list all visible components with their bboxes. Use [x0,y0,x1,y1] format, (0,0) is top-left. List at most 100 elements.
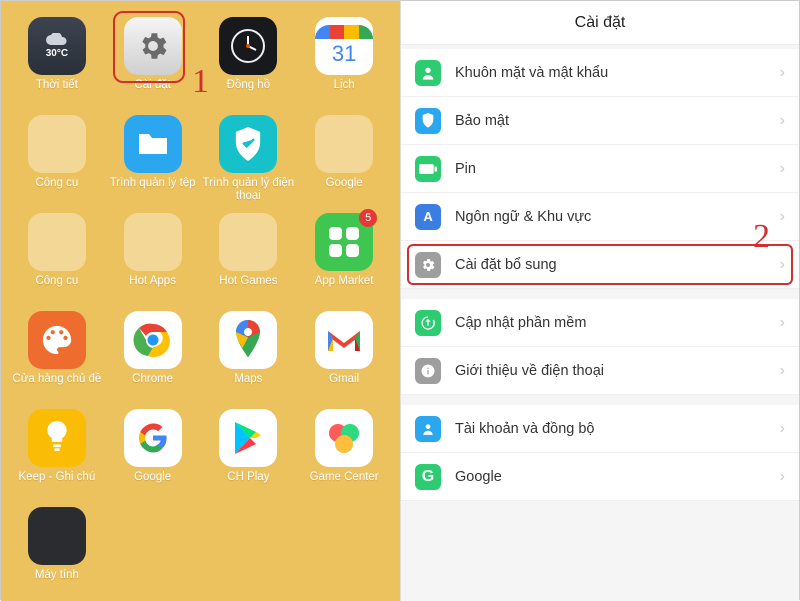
row-google[interactable]: G Google › [401,453,799,501]
app-theme-store[interactable]: Cửa hàng chủ đề [9,309,105,401]
app-label: Google [134,471,171,497]
app-keep[interactable]: Keep - Ghi chú [9,407,105,499]
app-label: Hot Games [219,275,277,301]
row-label: Bảo mật [455,113,780,129]
language-icon: A [415,204,441,230]
app-file-manager[interactable]: Trình quản lý tệp [105,113,201,205]
gear-icon [415,252,441,278]
row-security[interactable]: Bảo mật › [401,97,799,145]
update-icon [415,310,441,336]
app-clock[interactable]: Đồng hồ [201,15,297,107]
palette-icon [28,311,86,369]
chevron-right-icon: › [780,112,785,130]
shield-icon [415,108,441,134]
info-icon [415,358,441,384]
chevron-right-icon: › [780,64,785,82]
app-label: Keep - Ghi chú [19,471,96,497]
app-weather[interactable]: 30°C Thời tiết [9,15,105,107]
app-calculator[interactable]: Máy tính [9,505,105,597]
row-label: Cập nhật phần mềm [455,315,780,331]
app-chplay[interactable]: CH Play [201,407,297,499]
app-tools-folder-2[interactable]: Công cụ [9,211,105,303]
row-software-update[interactable]: Cập nhật phần mềm › [401,299,799,347]
face-icon [415,60,441,86]
app-label: Hot Apps [129,275,176,301]
row-face-password[interactable]: Khuôn mặt và mật khẩu › [401,49,799,97]
chevron-right-icon: › [780,256,785,274]
row-battery[interactable]: Pin › [401,145,799,193]
row-additional-settings[interactable]: Cài đặt bổ sung › [401,241,799,289]
weather-icon: 30°C [28,17,86,75]
row-label: Pin [455,161,780,177]
folder-icon [315,115,373,173]
shield-icon [219,115,277,173]
folder-icon [219,213,277,271]
app-label: CH Play [227,471,269,497]
app-gamecenter[interactable]: Game Center [296,407,392,499]
chevron-right-icon: › [780,160,785,178]
row-language[interactable]: A Ngôn ngữ & Khu vực › [401,193,799,241]
app-label: Lịch [334,79,355,105]
gmail-icon [315,311,373,369]
settings-list: Khuôn mặt và mật khẩu › Bảo mật › Pin › … [401,45,799,501]
annotation-step-2: 2 [753,218,770,256]
app-label: Maps [234,373,262,399]
chevron-right-icon: › [780,314,785,332]
app-phone-manager[interactable]: Trình quản lý điện thoại [201,113,297,205]
folder-icon [28,213,86,271]
app-label: Trình quản lý tệp [110,177,196,203]
app-gmail[interactable]: Gmail [296,309,392,401]
row-accounts-sync[interactable]: Tài khoản và đồng bộ › [401,405,799,453]
app-calendar[interactable]: 31 Lịch [296,15,392,107]
app-chrome[interactable]: Chrome [105,309,201,401]
calendar-icon: 31 [315,17,373,75]
app-label: Gmail [329,373,359,399]
app-google-folder[interactable]: Google [296,113,392,205]
calendar-day: 31 [332,41,356,67]
settings-icon [124,17,182,75]
app-tools-folder-1[interactable]: Công cụ [9,113,105,205]
row-label: Ngôn ngữ & Khu vực [455,209,780,225]
row-label: Google [455,469,780,485]
app-label: Công cụ [35,177,78,203]
battery-icon [415,156,441,182]
folder-icon [124,213,182,271]
app-label: Chrome [132,373,173,399]
app-appmarket[interactable]: 5 App Market [296,211,392,303]
chevron-right-icon: › [780,362,785,380]
weather-temp: 30°C [46,48,68,59]
maps-icon [219,311,277,369]
settings-panel: Cài đặt Khuôn mặt và mật khẩu › Bảo mật … [400,1,799,601]
account-icon [415,416,441,442]
app-maps[interactable]: Maps [201,309,297,401]
appmarket-icon: 5 [315,213,373,271]
app-label: Công cụ [35,275,78,301]
folder-file-icon [124,115,182,173]
google-icon [124,409,182,467]
app-label: Cài đặt [134,79,170,105]
row-label: Giới thiệu về điện thoại [455,363,780,379]
chevron-right-icon: › [780,420,785,438]
row-label: Khuôn mặt và mật khẩu [455,65,780,81]
row-label: Cài đặt bổ sung [455,257,780,273]
app-label: Thời tiết [36,79,78,105]
clock-icon [219,17,277,75]
app-hotgames-folder[interactable]: Hot Games [201,211,297,303]
google-g-icon: G [415,464,441,490]
app-label: Máy tính [35,569,79,595]
chevron-right-icon: › [780,468,785,486]
folder-icon [28,115,86,173]
chevron-right-icon: › [780,208,785,226]
app-hotapps-folder[interactable]: Hot Apps [105,211,201,303]
annotation-step-1: 1 [192,63,209,101]
notification-badge: 5 [359,209,377,227]
app-label: App Market [315,275,374,301]
row-about-phone[interactable]: Giới thiệu về điện thoại › [401,347,799,395]
app-google[interactable]: Google [105,407,201,499]
app-grid: 30°C Thời tiết Cài đặt Đồng hồ 31 Lịch [9,15,392,597]
keep-icon [28,409,86,467]
app-label: Cửa hàng chủ đề [12,373,101,399]
app-settings[interactable]: Cài đặt [105,15,201,107]
settings-title: Cài đặt [401,1,799,45]
home-screen: 30°C Thời tiết Cài đặt Đồng hồ 31 Lịch [1,1,400,601]
